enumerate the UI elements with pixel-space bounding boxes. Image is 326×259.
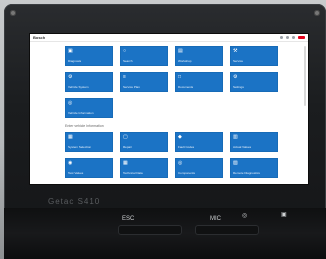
tile-label: Actual Values bbox=[233, 146, 252, 149]
top-tile-8[interactable]: ◎ Vehicle Information bbox=[65, 98, 113, 118]
hinge-left bbox=[118, 225, 182, 235]
tile-label: Search bbox=[123, 60, 133, 63]
gear-icon: ⚙ bbox=[68, 74, 73, 80]
escape-key-label[interactable]: ESC bbox=[122, 216, 134, 222]
screw-top-left bbox=[10, 10, 16, 16]
top-tile-5[interactable]: ≡ Service Plan bbox=[120, 72, 168, 92]
book-icon: ▤ bbox=[178, 48, 183, 54]
tile-label: Fault Codes bbox=[178, 146, 195, 149]
top-tile-6[interactable]: □ Documents bbox=[175, 72, 223, 92]
tile-label: Components bbox=[178, 172, 196, 175]
header-actions bbox=[280, 36, 305, 39]
tile-label: Remote Diagnostics bbox=[233, 172, 260, 175]
bottom-tile-5[interactable]: ▦ Technical Data bbox=[120, 158, 168, 178]
calendar-icon: ▦ bbox=[123, 160, 128, 166]
clipboard-icon: ▥ bbox=[233, 134, 238, 140]
user-icon[interactable] bbox=[280, 36, 283, 39]
document-icon: □ bbox=[178, 74, 182, 80]
settings-icon[interactable] bbox=[286, 36, 289, 39]
info-icon: ◎ bbox=[68, 100, 73, 106]
diagnostic-icon: ▦ bbox=[68, 134, 73, 140]
tile-label: Settings bbox=[233, 86, 244, 89]
hinge-right bbox=[195, 225, 259, 235]
wrench-icon: ⚒ bbox=[233, 48, 238, 54]
tile-label: System Selection bbox=[68, 146, 92, 149]
top-tile-3[interactable]: ⚒ Service bbox=[230, 46, 278, 66]
top-tile-7[interactable]: ⚙ Settings bbox=[230, 72, 278, 92]
tag-icon: ◆ bbox=[178, 134, 182, 140]
bottom-tile-4[interactable]: ◉ Test Values bbox=[65, 158, 113, 178]
bottom-tile-grid: ▦ System Selection ▢ Repair ◆ Fault Codes ▥ Act… bbox=[65, 132, 278, 178]
list-icon: ≡ bbox=[123, 74, 126, 80]
tablet-screen: Bosch ▣ Diagnosis ○ Search ▤ Workshop ⚒ Service… bbox=[30, 34, 308, 184]
tile-label: Vehicle System bbox=[68, 86, 89, 89]
phone-icon: ▧ bbox=[233, 160, 238, 166]
dashboard-content: ▣ Diagnosis ○ Search ▤ Workshop ⚒ Service ⚙ Vehic… bbox=[65, 46, 278, 178]
top-tile-1[interactable]: ○ Search bbox=[120, 46, 168, 66]
tile-label: Service bbox=[233, 60, 244, 63]
top-tile-0[interactable]: ▣ Diagnosis bbox=[65, 46, 113, 66]
bottom-tile-6[interactable]: ◎ Components bbox=[175, 158, 223, 178]
tile-label: Vehicle Information bbox=[68, 112, 94, 115]
top-tile-4[interactable]: ⚙ Vehicle System bbox=[65, 72, 113, 92]
device-brand-label: Getac S410 bbox=[48, 197, 101, 206]
tile-label: Diagnosis bbox=[68, 60, 82, 63]
windows-icon[interactable]: ▣ bbox=[281, 211, 287, 218]
help-icon[interactable] bbox=[292, 36, 295, 39]
tile-label: Repair bbox=[123, 146, 132, 149]
app-title: Bosch bbox=[33, 35, 46, 40]
tile-label: Technical Data bbox=[123, 172, 143, 175]
tile-label: Test Values bbox=[68, 172, 84, 175]
help-icon: ◎ bbox=[178, 160, 183, 166]
pin-icon: ◉ bbox=[68, 160, 73, 166]
scrollbar[interactable] bbox=[304, 46, 306, 106]
bosch-logo bbox=[298, 36, 305, 39]
car-icon: ▣ bbox=[68, 48, 73, 54]
tile-label: Service Plan bbox=[123, 86, 140, 89]
bottom-tile-7[interactable]: ▧ Remote Diagnostics bbox=[230, 158, 278, 178]
mic-key-label[interactable]: MIC bbox=[210, 216, 221, 222]
screw-top-right bbox=[314, 10, 320, 16]
section-label: Enter vehicle Information bbox=[65, 124, 104, 128]
bottom-tile-3[interactable]: ▥ Actual Values bbox=[230, 132, 278, 152]
top-tile-grid: ▣ Diagnosis ○ Search ▤ Workshop ⚒ Service ⚙ Vehic… bbox=[65, 46, 278, 118]
search-icon: ○ bbox=[123, 48, 127, 54]
bottom-tile-2[interactable]: ◆ Fault Codes bbox=[175, 132, 223, 152]
settings-icon: ⚙ bbox=[233, 74, 238, 80]
tile-label: Documents bbox=[178, 86, 194, 89]
top-tile-2[interactable]: ▤ Workshop bbox=[175, 46, 223, 66]
tile-label: Workshop bbox=[178, 60, 192, 63]
bottom-tile-0[interactable]: ▦ System Selection bbox=[65, 132, 113, 152]
app-header: Bosch bbox=[30, 34, 308, 42]
chat-icon: ▢ bbox=[123, 134, 128, 140]
bottom-tile-1[interactable]: ▢ Repair bbox=[120, 132, 168, 152]
microphone-icon: ◎ bbox=[242, 213, 248, 219]
